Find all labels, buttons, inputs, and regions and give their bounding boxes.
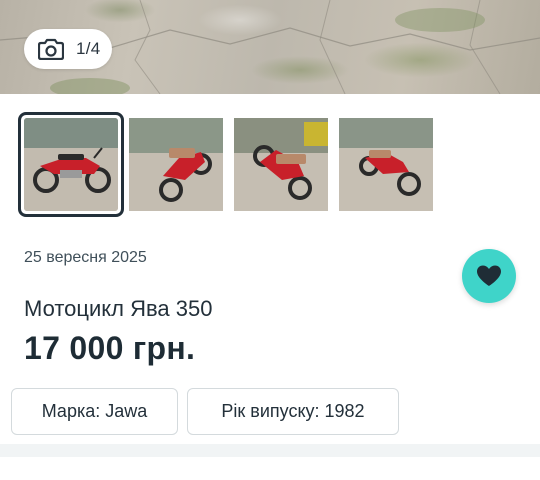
param-chip-brand[interactable]: Марка: Jawa [11, 388, 178, 435]
heart-icon [477, 265, 501, 286]
camera-icon [38, 38, 64, 60]
param-chip-year[interactable]: Рік випуску: 1982 [187, 388, 399, 435]
listing-date: 25 вересня 2025 [24, 249, 147, 266]
photo-counter: 1/4 [76, 39, 101, 58]
thumbnail-4[interactable] [339, 118, 433, 211]
thumbnail-2[interactable] [129, 118, 223, 211]
listing-price: 17 000 грн. [24, 330, 196, 366]
favorite-button[interactable] [462, 249, 516, 303]
section-divider [0, 444, 540, 457]
motorcycle-photo-thumbnail-3 [234, 118, 328, 211]
motorcycle-photo-thumbnail-2 [129, 118, 223, 211]
motorcycle-photo-thumbnail-1 [24, 118, 118, 211]
photo-counter-badge: 1/4 [24, 29, 112, 69]
thumbnail-3[interactable] [234, 118, 328, 211]
thumbnail-1[interactable] [18, 112, 124, 217]
listing-title: Мотоцикл Ява 350 [24, 296, 213, 321]
main-photo[interactable]: 1/4 [0, 0, 540, 94]
motorcycle-photo-thumbnail-4 [339, 118, 433, 211]
